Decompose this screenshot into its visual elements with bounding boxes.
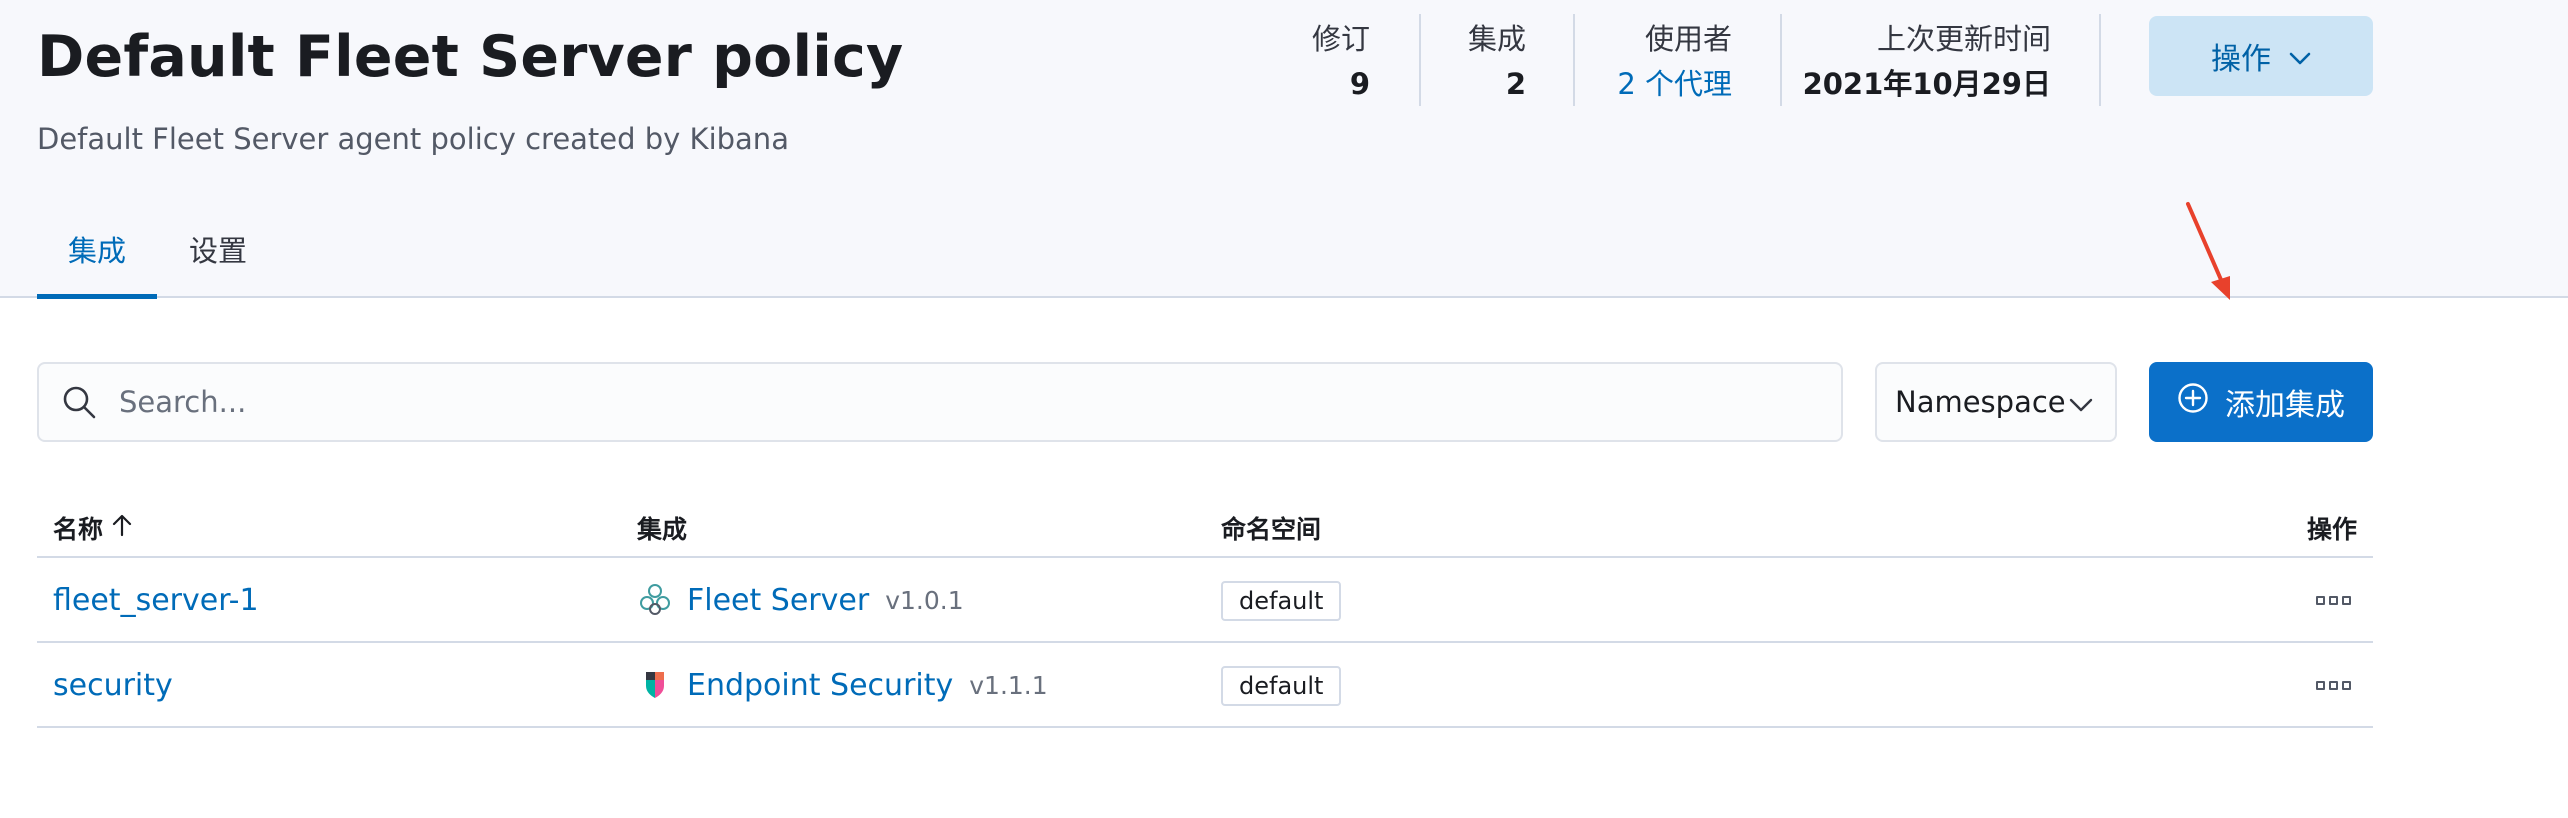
table-header: 名称 集成 命名空间 操作 (37, 500, 2373, 558)
row-actions-icon[interactable] (2316, 596, 2351, 605)
stat-divider (2099, 14, 2101, 106)
integration-link[interactable]: Fleet Server (687, 583, 869, 618)
endpoint-security-icon (637, 666, 673, 706)
namespace-badge: default (1221, 580, 1342, 621)
namespace-filter-button[interactable]: Namespace (1875, 362, 2117, 442)
add-integration-label: 添加集成 (2225, 388, 2345, 423)
stat-integrations-label: 集成 (1467, 22, 1526, 56)
add-integration-button[interactable]: 添加集成 (2149, 362, 2373, 442)
integration-link[interactable]: Endpoint Security (687, 668, 953, 703)
active-tab-indicator (37, 294, 157, 299)
table-row: security Endpoint Security v1.1.1 defaul… (37, 643, 2373, 728)
column-header-name[interactable]: 名称 (53, 510, 133, 546)
policy-name-link[interactable]: security (53, 668, 173, 703)
column-header-integration: 集成 (637, 515, 688, 544)
search-input[interactable] (119, 385, 1719, 419)
actions-button-label: 操作 (2211, 42, 2271, 77)
stat-divider (1780, 14, 1782, 106)
stat-divider (1573, 14, 1575, 106)
tab-settings[interactable]: 设置 (189, 228, 247, 270)
namespace-filter-label: Namespace (1895, 385, 2066, 419)
sort-ascending-icon (111, 513, 133, 543)
column-header-actions: 操作 (2306, 515, 2357, 544)
agents-link[interactable]: 2 个代理 (1617, 60, 1732, 108)
plus-in-circle-icon (2177, 382, 2209, 422)
stat-integrations: 集成 2 (1468, 18, 1526, 108)
column-header-namespace: 命名空间 (1221, 515, 1322, 544)
stat-divider (1419, 14, 1421, 106)
tab-integrations[interactable]: 集成 (68, 228, 126, 270)
page-title: Default Fleet Server policy (37, 24, 904, 90)
annotation-arrow-icon (2186, 202, 2230, 300)
actions-button[interactable]: 操作 (2149, 16, 2373, 96)
integration-version: v1.0.1 (885, 586, 964, 615)
stat-integrations-value: 2 (1505, 67, 1526, 101)
chevron-down-icon (2069, 385, 2093, 419)
search-icon (61, 384, 97, 420)
stat-revision: 修订 9 (1312, 18, 1370, 108)
stat-used-by: 使用者 2 个代理 (1617, 18, 1732, 108)
row-actions-icon[interactable] (2316, 681, 2351, 690)
stat-revision-label: 修订 (1311, 22, 1370, 56)
stat-used-by-label: 使用者 (1644, 22, 1732, 56)
stat-last-updated: 上次更新时间 2021年10月29日 (1803, 18, 2051, 108)
fleet-server-icon (637, 581, 673, 621)
stat-last-updated-value: 2021年10月29日 (1802, 67, 2051, 101)
stat-last-updated-label: 上次更新时间 (1876, 22, 2051, 56)
page-description: Default Fleet Server agent policy create… (37, 122, 789, 156)
integration-version: v1.1.1 (969, 671, 1048, 700)
policy-name-link[interactable]: fleet_server-1 (53, 583, 259, 618)
stat-revision-value: 9 (1349, 67, 1370, 101)
chevron-down-icon (2289, 39, 2311, 74)
namespace-badge: default (1221, 665, 1342, 706)
column-header-name-label: 名称 (53, 515, 104, 544)
search-field[interactable] (37, 362, 1843, 442)
table-row: fleet_server-1 Fleet Server v1.0.1 defau… (37, 558, 2373, 643)
integrations-table: 名称 集成 命名空间 操作 fleet_server-1 Fleet Serve… (37, 500, 2373, 728)
